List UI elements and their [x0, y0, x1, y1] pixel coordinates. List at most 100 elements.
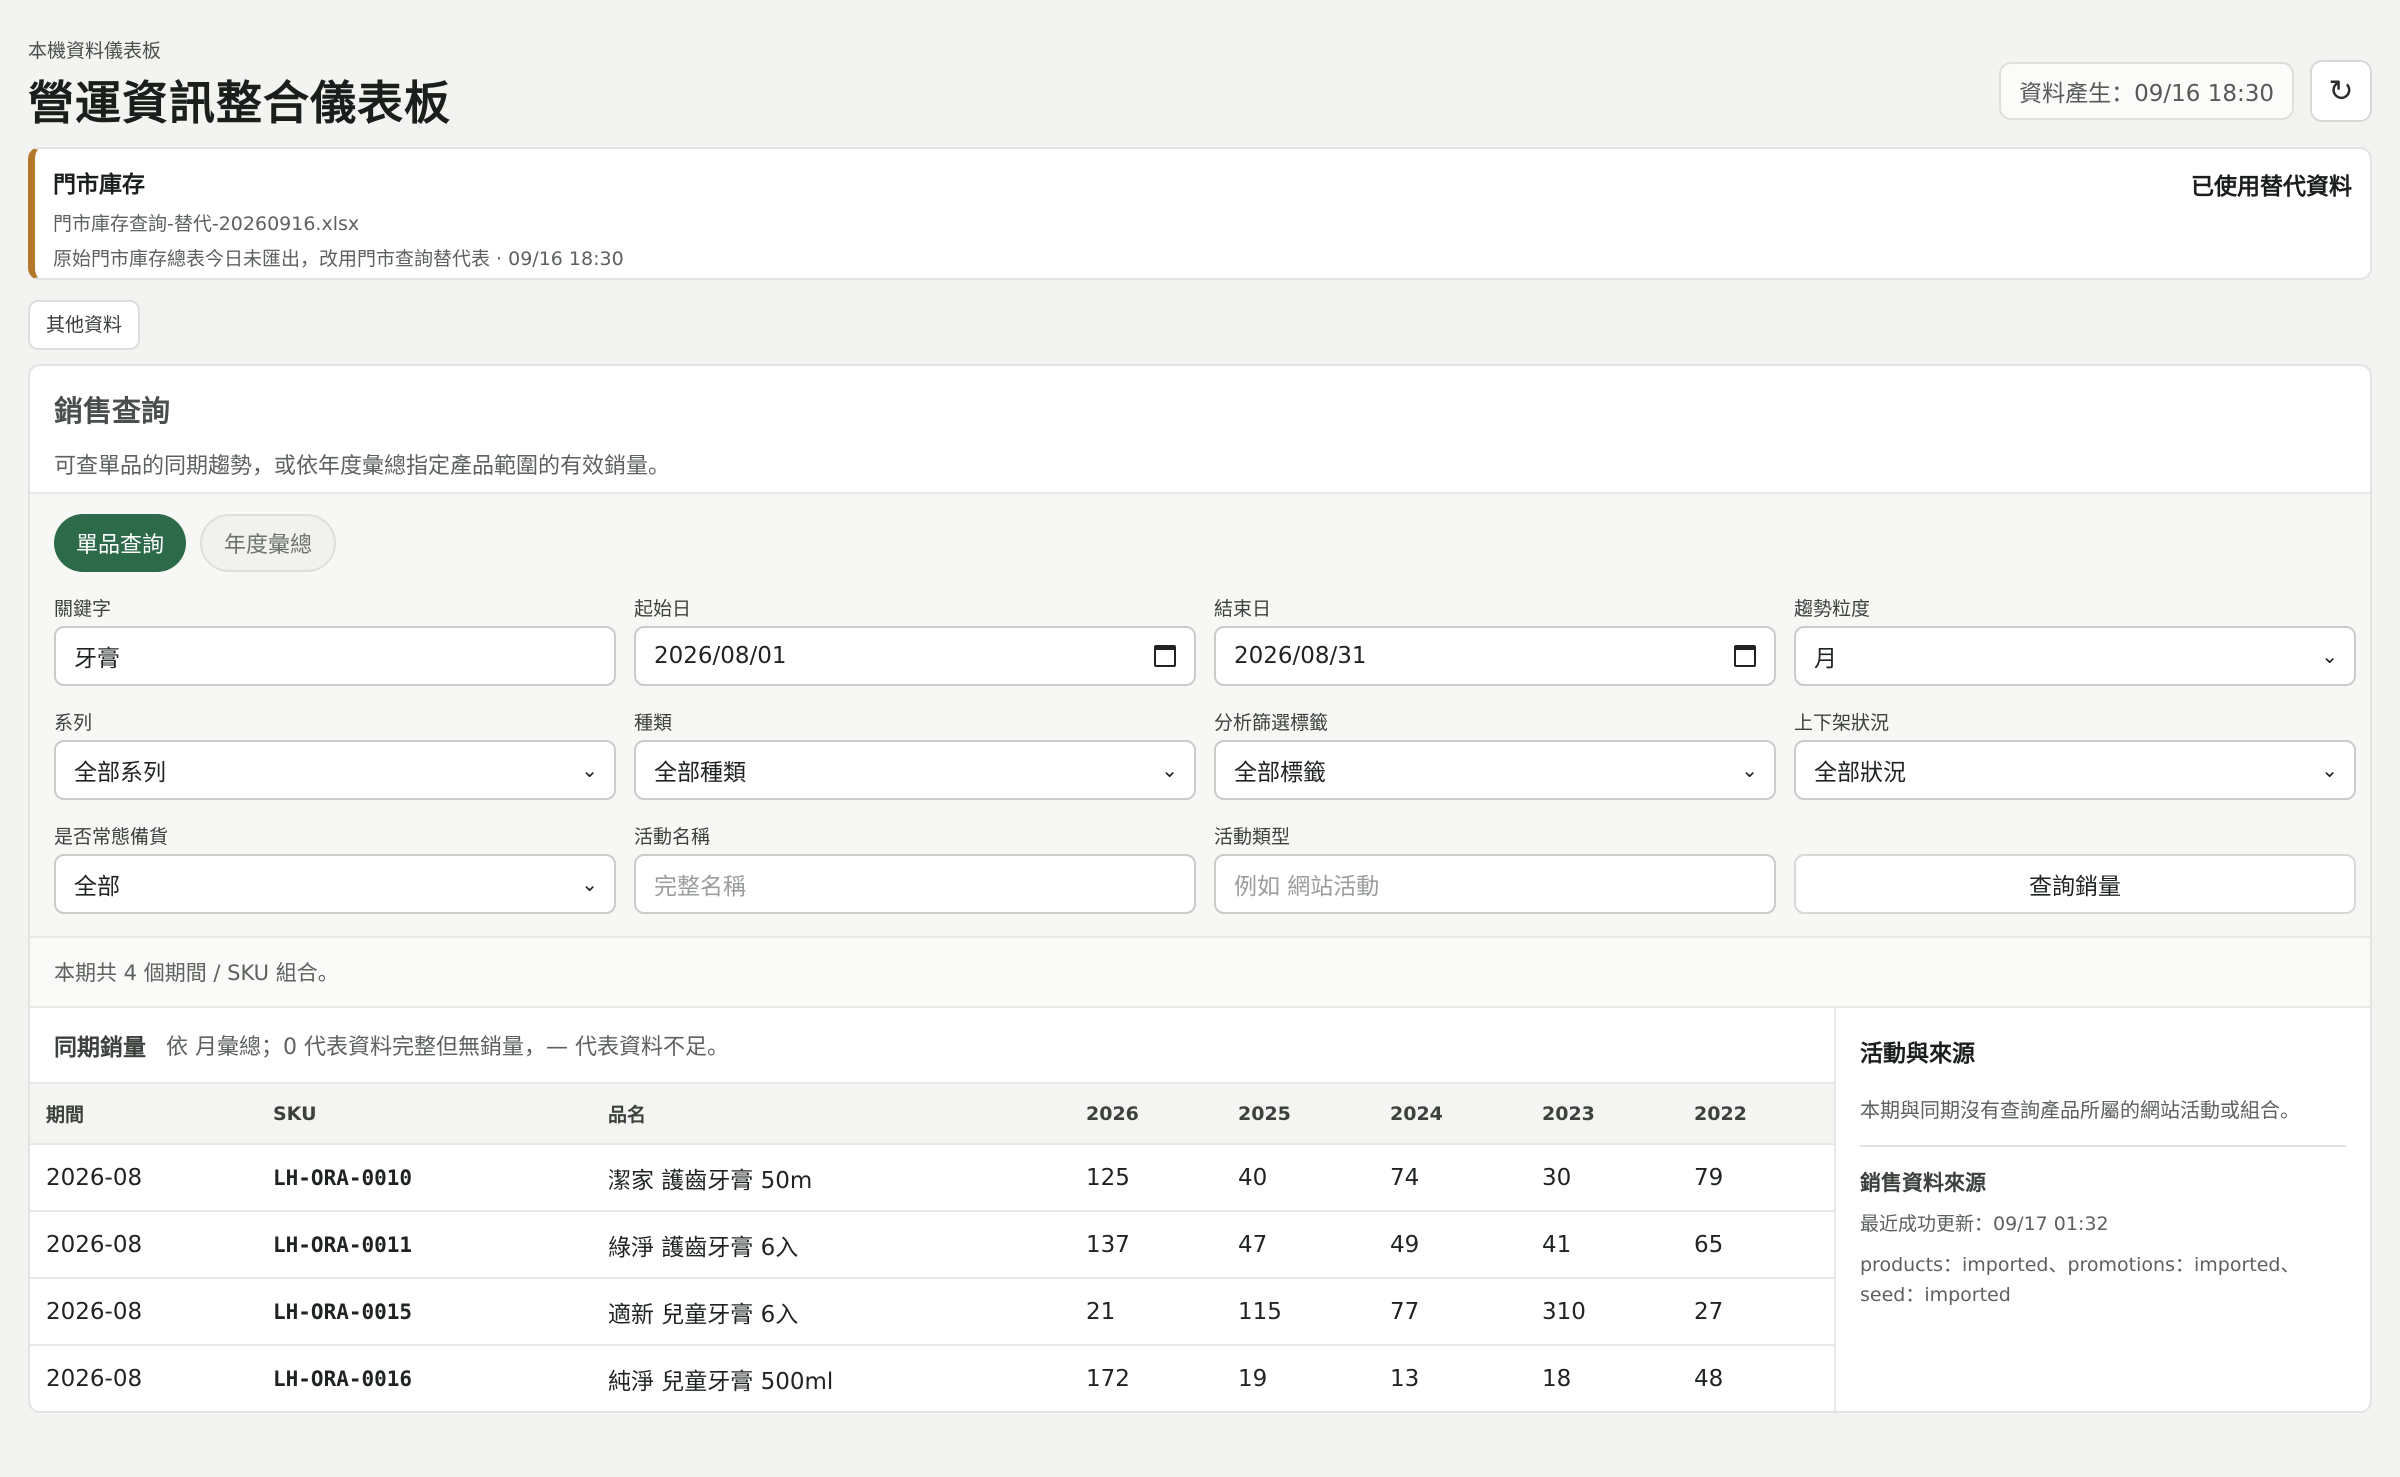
campaign-name-input[interactable]: 完整名稱: [634, 854, 1196, 914]
campaign-name-label: 活動名稱: [634, 826, 711, 848]
cell-value: 19: [1222, 1345, 1374, 1411]
sales-title: 銷售查詢: [54, 394, 171, 428]
calendar-icon[interactable]: [1734, 645, 1756, 667]
cell-value: 137: [1070, 1211, 1222, 1279]
cell-period: 2026-08: [30, 1278, 257, 1346]
cell-value: 49: [1374, 1211, 1526, 1279]
source-updated-time: 最近成功更新：09/17 01:32: [1860, 1213, 2109, 1235]
cell-value: 30: [1526, 1144, 1678, 1212]
sales-table: 期間 SKU 品名 2026 2025 2024 2023 2022 2026-: [30, 1084, 1834, 1411]
cell-period: 2026-08: [30, 1345, 257, 1411]
tab-annual-summary[interactable]: 年度彙總: [200, 514, 337, 572]
start-date-field: 起始日 2026/08/01: [634, 594, 1196, 708]
table-row: 2026-08 LH-ORA-0010 潔家 護齒牙膏 50m 125 40 7…: [30, 1144, 1834, 1212]
notice-status: 已使用替代資料: [2191, 174, 2352, 200]
cell-period: 2026-08: [30, 1144, 257, 1212]
shelf-status-select[interactable]: 全部狀況 ⌄: [1794, 740, 2356, 800]
mode-tabs: 單品查詢 年度彙總: [54, 514, 2346, 572]
notice-file: 門市庫存查詢-替代-20260916.xlsx: [53, 213, 360, 235]
campaign-type-label: 活動類型: [1214, 826, 1291, 848]
dashboard-page: 本機資料儀表板 營運資訊整合儀表板 資料產生：09/16 18:30 ↻ 門市庫…: [0, 0, 2400, 1413]
cell-period: 2026-08: [30, 1211, 257, 1279]
sales-table-area: 同期銷量 依 月彙總；0 代表資料完整但無銷量，— 代表資料不足。 期間 SKU…: [30, 1008, 1836, 1411]
end-date-field: 結束日 2026/08/31: [1214, 594, 1776, 708]
campaign-type-input[interactable]: 例如 網站活動: [1214, 854, 1776, 914]
granularity-field: 趨勢粒度 月 ⌄: [1794, 594, 2356, 708]
column-header: 期間: [30, 1084, 257, 1145]
cell-value: 125: [1070, 1144, 1222, 1212]
shelf-status-value: 全部狀況: [1814, 760, 1906, 786]
column-header: 2022: [1678, 1084, 1834, 1145]
cell-value: 77: [1374, 1278, 1526, 1346]
column-header: 2026: [1070, 1084, 1222, 1145]
column-header: 品名: [592, 1084, 1070, 1145]
keyword-label: 關鍵字: [54, 598, 112, 620]
keyword-value: 牙膏: [74, 646, 120, 672]
start-date-value: 2026/08/01: [654, 643, 787, 669]
chevron-down-icon: ⌄: [2321, 644, 2338, 668]
category-select[interactable]: 全部種類 ⌄: [634, 740, 1196, 800]
page-eyebrow: 本機資料儀表板: [28, 40, 162, 62]
keyword-field: 關鍵字 牙膏: [54, 594, 616, 708]
refresh-icon: ↻: [2328, 73, 2354, 109]
granularity-select[interactable]: 月 ⌄: [1794, 626, 2356, 686]
sales-subtitle: 可查單品的同期趨勢，或依年度彙總指定產品範圍的有效銷量。: [54, 454, 671, 479]
end-date-label: 結束日: [1214, 598, 1272, 620]
page-title: 營運資訊整合儀表板: [28, 76, 451, 130]
filter-grid: 關鍵字 牙膏 起始日 2026/08/01 結束日 2026/08/31 趨勢粒…: [54, 594, 2356, 936]
table-header-row: 期間 SKU 品名 2026 2025 2024 2023 2022: [30, 1084, 1834, 1145]
regular-stock-field: 是否常態備貨 全部 ⌄: [54, 822, 616, 936]
cell-product-name: 適新 兒童牙膏 6入: [592, 1278, 1070, 1346]
regular-stock-select[interactable]: 全部 ⌄: [54, 854, 616, 914]
category-field: 種類 全部種類 ⌄: [634, 708, 1196, 822]
regular-stock-value: 全部: [74, 874, 120, 900]
end-date-input[interactable]: 2026/08/31: [1214, 626, 1776, 686]
cell-value: 74: [1374, 1144, 1526, 1212]
table-row: 2026-08 LH-ORA-0015 適新 兒童牙膏 6入 21 115 77…: [30, 1278, 1834, 1346]
cell-value: 47: [1222, 1211, 1374, 1279]
refresh-button[interactable]: ↻: [2310, 60, 2372, 122]
cell-value: 172: [1070, 1345, 1222, 1411]
other-data-button[interactable]: 其他資料: [28, 300, 141, 350]
cell-value: 79: [1678, 1144, 1834, 1212]
category-value: 全部種類: [654, 760, 746, 786]
end-date-value: 2026/08/31: [1234, 643, 1367, 669]
column-header: 2025: [1222, 1084, 1374, 1145]
table-row: 2026-08 LH-ORA-0011 綠淨 護齒牙膏 6入 137 47 49…: [30, 1211, 1834, 1279]
calendar-icon[interactable]: [1154, 645, 1176, 667]
generated-time-badge: 資料產生：09/16 18:30: [1999, 62, 2294, 120]
result-count: 本期共 4 個期間 / SKU 組合。: [30, 938, 2370, 1008]
cell-product-name: 純淨 兒童牙膏 500ml: [592, 1345, 1070, 1411]
table-note: 依 月彙總；0 代表資料完整但無銷量，— 代表資料不足。: [166, 1035, 729, 1060]
series-select[interactable]: 全部系列 ⌄: [54, 740, 616, 800]
inventory-notice: 門市庫存 門市庫存查詢-替代-20260916.xlsx 原始門市庫存總表今日未…: [28, 147, 2372, 280]
filter-panel: 單品查詢 年度彙總 關鍵字 牙膏 起始日 2026/08/01 結束日 2026…: [30, 494, 2370, 938]
notice-description: 原始門市庫存總表今日未匯出，改用門市查詢替代表 · 09/16 18:30: [53, 248, 624, 270]
tag-select[interactable]: 全部標籤 ⌄: [1214, 740, 1776, 800]
cell-sku: LH-ORA-0010: [257, 1144, 592, 1212]
cell-value: 65: [1678, 1211, 1834, 1279]
side-text: 本期與同期沒有查詢產品所屬的網站活動或組合。: [1860, 1094, 2346, 1147]
campaign-type-field: 活動類型 例如 網站活動: [1214, 822, 1776, 936]
campaign-type-placeholder: 例如 網站活動: [1234, 874, 1380, 900]
cell-value: 48: [1678, 1345, 1834, 1411]
tab-single-item[interactable]: 單品查詢: [54, 514, 187, 572]
cell-value: 41: [1526, 1211, 1678, 1279]
cell-product-name: 潔家 護齒牙膏 50m: [592, 1144, 1070, 1212]
cell-value: 310: [1526, 1278, 1678, 1346]
series-label: 系列: [54, 712, 93, 734]
cell-value: 40: [1222, 1144, 1374, 1212]
campaign-name-field: 活動名稱 完整名稱: [634, 822, 1196, 936]
cell-sku: LH-ORA-0015: [257, 1278, 592, 1346]
granularity-label: 趨勢粒度: [1794, 598, 1871, 620]
chevron-down-icon: ⌄: [581, 758, 598, 782]
category-label: 種類: [634, 712, 673, 734]
start-date-input[interactable]: 2026/08/01: [634, 626, 1196, 686]
query-sales-button[interactable]: 查詢銷量: [1794, 854, 2356, 914]
keyword-input[interactable]: 牙膏: [54, 626, 616, 686]
cell-value: 115: [1222, 1278, 1374, 1346]
series-field: 系列 全部系列 ⌄: [54, 708, 616, 822]
cell-value: 18: [1526, 1345, 1678, 1411]
side-title: 活動與來源: [1860, 1041, 1975, 1067]
header-left: 本機資料儀表板 營運資訊整合儀表板: [28, 34, 451, 133]
